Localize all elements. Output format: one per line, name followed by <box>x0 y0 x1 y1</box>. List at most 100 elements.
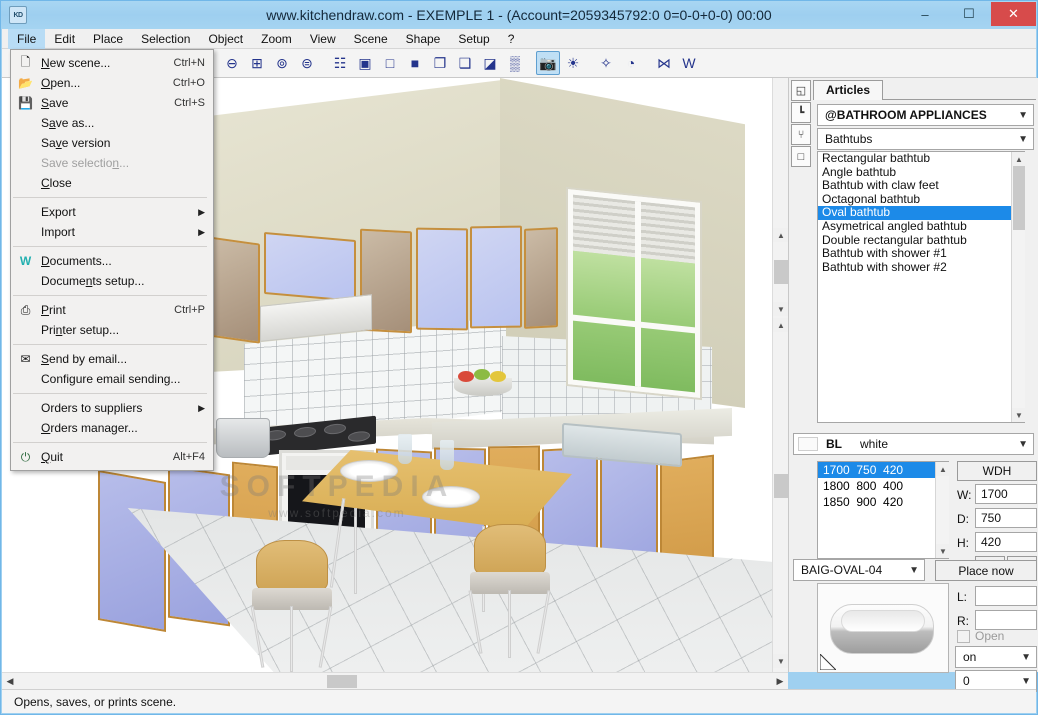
file-menu-documents-setup[interactable]: Documents setup... <box>11 271 213 291</box>
file-menu-quit[interactable]: ⏻QuitAlt+F4 <box>11 447 213 467</box>
height-input[interactable]: 420 <box>975 532 1037 552</box>
articles-listbox[interactable]: Rectangular bathtubAngle bathtubBathtub … <box>817 151 1025 423</box>
finish-select[interactable]: BL white ▼ <box>793 433 1034 455</box>
file-menu-printer-setup[interactable]: Printer setup... <box>11 320 213 340</box>
cabinet-tool[interactable]: □ <box>791 146 811 167</box>
solid-box-icon[interactable]: ◪ <box>478 51 502 75</box>
file-menu-save-version[interactable]: Save version <box>11 133 213 153</box>
file-menu-import[interactable]: Import▶ <box>11 222 213 242</box>
canvas-scroll-up-arrow[interactable]: ▲ <box>773 228 789 242</box>
article-list-item[interactable]: Bathtub with shower #2 <box>818 261 1024 275</box>
menu-selection[interactable]: Selection <box>132 29 199 49</box>
file-menu-close[interactable]: Close <box>11 173 213 193</box>
dimension-preset-item[interactable]: 1700 750 420 <box>818 462 948 478</box>
zoom-window-icon[interactable]: ⊞ <box>245 51 269 75</box>
list-scroll-thumb[interactable] <box>1013 166 1025 230</box>
dimension-preset-item[interactable]: 1800 800 400 <box>818 478 948 494</box>
maximize-button[interactable]: ☐ <box>947 2 991 26</box>
light-bulb-icon[interactable]: ☀ <box>561 51 585 75</box>
hscroll-thumb[interactable] <box>327 675 357 688</box>
word-export-icon[interactable]: W <box>677 51 701 75</box>
menu-zoom[interactable]: Zoom <box>252 29 301 49</box>
place-now-button[interactable]: Place now <box>935 560 1037 581</box>
article-list-item[interactable]: Asymetrical angled bathtub <box>818 220 1024 234</box>
article-list-item[interactable]: Bathtub with shower #1 <box>818 247 1024 261</box>
plan-view-icon[interactable]: ☷ <box>328 51 352 75</box>
catalog-select[interactable]: @BATHROOM APPLIANCES ▼ <box>817 104 1034 126</box>
zoom-all-icon[interactable]: ⊚ <box>270 51 294 75</box>
dim-scroll-up-arrow[interactable]: ▲ <box>936 462 950 476</box>
file-menu-save-as[interactable]: Save as... <box>11 113 213 133</box>
axonometric-box-icon[interactable]: ❑ <box>453 51 477 75</box>
polyline-icon[interactable]: ⋈ <box>652 51 676 75</box>
file-menu-orders-manager[interactable]: Orders manager... <box>11 418 213 438</box>
wdh-button[interactable]: WDH <box>957 461 1037 481</box>
menu--[interactable]: ? <box>499 29 524 49</box>
canvas-scroll-thumb-1[interactable] <box>774 260 788 284</box>
file-menu-open[interactable]: 📂Open...Ctrl+O <box>11 73 213 93</box>
width-input[interactable]: 1700 <box>975 484 1037 504</box>
articles-list-scrollbar[interactable]: ▲ ▼ <box>1011 152 1025 422</box>
zoom-previous-icon[interactable]: ⊜ <box>295 51 319 75</box>
menu-shape[interactable]: Shape <box>397 29 450 49</box>
dim-scroll-down-arrow[interactable]: ▼ <box>936 544 950 558</box>
canvas-scroll-thumb-2[interactable] <box>774 474 788 498</box>
file-menu-print[interactable]: ⎙PrintCtrl+P <box>11 300 213 320</box>
family-select[interactable]: Bathtubs ▼ <box>817 128 1034 150</box>
canvas-horizontal-scrollbar[interactable]: ◀ ▶ <box>2 672 788 690</box>
article-list-item[interactable]: Oval bathtub <box>818 206 1024 220</box>
list-scroll-down-arrow[interactable]: ▼ <box>1012 408 1026 422</box>
article-list-item[interactable]: Double rectangular bathtub <box>818 234 1024 248</box>
menu-place[interactable]: Place <box>84 29 132 49</box>
depth-input[interactable]: 750 <box>975 508 1037 528</box>
canvas-scroll-down-arrow-2[interactable]: ▼ <box>773 654 789 668</box>
menu-scene[interactable]: Scene <box>345 29 397 49</box>
magic-wand-icon[interactable]: ✧ <box>594 51 618 75</box>
dimension-list-scrollbar[interactable]: ▲ ▼ <box>935 462 949 558</box>
right-input[interactable] <box>975 610 1037 630</box>
close-button[interactable]: ✕ <box>991 2 1036 26</box>
hscroll-right-arrow[interactable]: ▶ <box>772 673 788 690</box>
elevation-view-icon[interactable]: ▣ <box>353 51 377 75</box>
corner-flip-icon[interactable] <box>820 654 836 670</box>
state-select[interactable]: on ▼ <box>955 646 1037 668</box>
article-list-item[interactable]: Octagonal bathtub <box>818 193 1024 207</box>
file-menu-export[interactable]: Export▶ <box>11 202 213 222</box>
file-menu-send-by-email[interactable]: ✉Send by email... <box>11 349 213 369</box>
wall-corner-tool[interactable]: ┗ <box>791 102 811 123</box>
menu-edit[interactable]: Edit <box>45 29 84 49</box>
file-menu-documents[interactable]: WDocuments... <box>11 251 213 271</box>
article-list-item[interactable]: Rectangular bathtub <box>818 152 1024 166</box>
canvas-scroll-up-arrow-2[interactable]: ▲ <box>773 318 789 332</box>
zoom-out-icon[interactable]: ⊖ <box>220 51 244 75</box>
perspective-box-icon[interactable]: ❐ <box>428 51 452 75</box>
canvas-scroll-down-arrow[interactable]: ▼ <box>773 302 789 316</box>
camera-icon[interactable]: 📷 <box>536 51 560 75</box>
file-menu-new-scene[interactable]: 🗋New scene...Ctrl+N <box>11 53 213 73</box>
dimension-preset-item[interactable]: 1850 900 420 <box>818 494 948 510</box>
texture-icon[interactable]: ▒ <box>503 51 527 75</box>
tape-measure-icon[interactable]: ◔ <box>619 51 643 75</box>
file-menu-configure-email-sending[interactable]: Configure email sending... <box>11 369 213 389</box>
dimension-node-tool[interactable]: ⑂ <box>791 124 811 145</box>
select-arrow-tool[interactable]: ◱ <box>791 80 811 101</box>
open-checkbox[interactable] <box>957 630 970 643</box>
minimize-button[interactable]: – <box>903 2 947 26</box>
menu-object[interactable]: Object <box>199 29 252 49</box>
left-input[interactable] <box>975 586 1037 606</box>
file-menu-save[interactable]: 💾SaveCtrl+S <box>11 93 213 113</box>
dimension-presets-listbox[interactable]: 1700 750 4201800 800 4001850 900 420 <box>817 461 949 559</box>
list-scroll-up-arrow[interactable]: ▲ <box>1012 152 1026 166</box>
article-list-item[interactable]: Angle bathtub <box>818 166 1024 180</box>
wireframe-white-icon[interactable]: □ <box>378 51 402 75</box>
reference-select[interactable]: BAIG-OVAL-04 ▼ <box>793 559 925 581</box>
hscroll-left-arrow[interactable]: ◀ <box>2 673 18 690</box>
menu-file[interactable]: File <box>8 29 45 49</box>
canvas-scroll-track[interactable]: ▲ ▼ ▲ ▼ <box>773 78 789 672</box>
menu-setup[interactable]: Setup <box>449 29 498 49</box>
file-menu-orders-to-suppliers[interactable]: Orders to suppliers▶ <box>11 398 213 418</box>
canvas-vertical-scrollbar[interactable]: ▲ ▼ ▲ ▼ <box>772 78 788 672</box>
tab-articles[interactable]: Articles <box>813 80 883 100</box>
article-list-item[interactable]: Bathtub with claw feet <box>818 179 1024 193</box>
file-menu-popup[interactable]: 🗋New scene...Ctrl+N📂Open...Ctrl+O💾SaveCt… <box>10 49 214 471</box>
